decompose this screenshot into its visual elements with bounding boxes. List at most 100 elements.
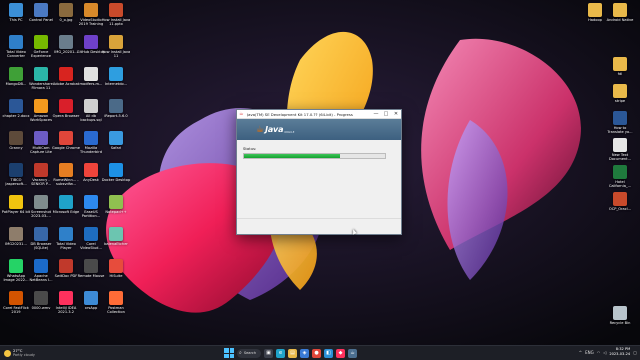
desktop-app-icon [84, 99, 98, 113]
desktop-icon[interactable]: How to Translate yo... [607, 111, 633, 134]
close-button[interactable]: ✕ [391, 110, 401, 119]
weather-widget[interactable]: 27°C Partly cloudy [4, 349, 64, 357]
edge-icon[interactable]: e [276, 348, 285, 358]
java-cup-icon: ☕ [239, 111, 244, 117]
desktop-icon[interactable]: Corel VideoStud... [78, 227, 104, 250]
desktop-app-icon [84, 131, 98, 145]
installer-footer [237, 218, 401, 234]
minimize-button[interactable]: — [371, 110, 381, 119]
desktop-icon-label: balenaEtcher [104, 242, 128, 246]
desktop-icon-label: Postman Collection [107, 306, 125, 314]
desktop-app-icon [9, 67, 23, 81]
installer-title: Java(TM) SE Development Kit 17.0.?? (64-… [247, 111, 353, 117]
desktop-icon[interactable]: Safari [103, 131, 129, 150]
desktop-icon[interactable]: Wondershare Filmora 11 [28, 67, 54, 90]
search-icon: ⌕ [239, 349, 242, 356]
desktop-app-icon [34, 67, 48, 81]
desktop-app-icon [9, 227, 23, 241]
desktop-icon[interactable]: GeForce Experience [28, 35, 54, 58]
maximize-button[interactable]: □ [381, 110, 391, 119]
desktop-app-icon [9, 131, 23, 145]
desktop-icon[interactable]: Screenshot 2023-03-... [28, 195, 54, 218]
search-label: Search [243, 351, 257, 355]
desktop-icon[interactable]: OCP_Oracl... [607, 192, 633, 211]
desktop-app-icon [613, 111, 627, 125]
store-icon[interactable]: ◈ [300, 348, 309, 358]
desktop-app-icon [109, 259, 123, 273]
file-explorer-icon[interactable]: ▤ [288, 348, 297, 358]
tray-chevron-icon[interactable]: ^ [579, 350, 582, 355]
desktop-icon[interactable]: balenaEtcher [103, 227, 129, 246]
notification-icon[interactable]: ▢ [633, 350, 637, 355]
desktop-icon[interactable]: RumeWinn... - subsvdfw... [53, 163, 79, 186]
desktop-app-icon [84, 195, 98, 209]
desktop-app-icon [34, 259, 48, 273]
desktop-app-icon [59, 3, 73, 17]
wifi-icon[interactable]: ◠ [597, 350, 601, 355]
installer-title-bar[interactable]: ☕ Java(TM) SE Development Kit 17.0.?? (6… [237, 110, 401, 119]
java-installer-icon[interactable]: ☕ [348, 348, 357, 358]
desktop-app-icon [84, 67, 98, 81]
desktop-icon-label: Hotel California_... [608, 180, 632, 188]
desktop-icon[interactable]: How Install Java 11 [102, 35, 130, 58]
java-installer-window[interactable]: ☕ Java(TM) SE Development Kit 17.0.?? (6… [236, 109, 402, 235]
chrome-icon[interactable]: ● [312, 348, 321, 358]
desktop-app-icon [109, 163, 123, 177]
desktop-icon[interactable]: iReport-5.6.0 [103, 99, 129, 118]
desktop-app-icon [109, 67, 123, 81]
vscode-icon[interactable]: ◧ [324, 348, 333, 358]
desktop-app-icon [613, 57, 627, 71]
desktop-app-icon [9, 35, 23, 49]
desktop-app-icon [59, 291, 73, 305]
desktop-icon[interactable]: Android Native [607, 3, 633, 22]
install-progress-fill [244, 154, 340, 158]
desktop-icon[interactable]: All db backups.sql [78, 99, 104, 122]
desktop-icon[interactable]: MultiCam Capture Lite [28, 131, 54, 154]
desktop-icon-label: fdl [617, 72, 623, 76]
desktop-app-icon [109, 35, 123, 49]
desktop-icon[interactable]: fdl [607, 57, 633, 76]
desktop-app-icon [613, 192, 627, 206]
desktop-icon[interactable]: Internetdo... [103, 67, 129, 86]
desktop-icon[interactable]: Corel FastFlick 2019 [3, 291, 29, 314]
desktop-icon-label: Internetdo... [104, 82, 128, 86]
desktop-app-icon [9, 259, 23, 273]
desktop-app-icon [59, 227, 73, 241]
desktop-icon[interactable]: Amazon WorkSpaces [28, 99, 54, 122]
desktop-icon[interactable]: Postman Collection [103, 291, 129, 314]
intellij-icon[interactable]: ◆ [336, 348, 345, 358]
desktop-icon[interactable]: New Text Document... [607, 138, 633, 161]
desktop-icon[interactable]: Hotel California_... [607, 165, 633, 188]
desktop-icon-label: HiSuite [109, 274, 123, 278]
desktop-icon[interactable]: HiSuite [103, 259, 129, 278]
desktop-app-icon [59, 259, 73, 273]
desktop-icon[interactable]: EaseUS Partition... [78, 195, 104, 218]
desktop-app-icon [84, 259, 98, 273]
desktop-icon[interactable]: Recycle Bin [607, 306, 633, 325]
desktop-app-icon [613, 306, 627, 320]
desktop-icon[interactable]: Apache NetBeans I... [28, 259, 54, 282]
desktop-app-icon [34, 163, 48, 177]
java-logo-sub: ORACLE [284, 131, 295, 134]
java-logo-word: Java [265, 125, 284, 134]
desktop-icon[interactable]: Docker Desktop [102, 163, 130, 182]
desktop-app-icon [34, 35, 48, 49]
desktop-icon[interactable]: stripe [607, 84, 633, 103]
clock[interactable]: 8:32 PM 2023-03-24 [609, 347, 630, 357]
desktop-icon[interactable]: Notepad++ [103, 195, 129, 214]
taskbar-search[interactable]: ⌕ Search [237, 348, 261, 358]
desktop-app-icon [109, 99, 123, 113]
desktop-icon[interactable]: Mozilla Thunderbird [78, 131, 104, 154]
tray-lang[interactable]: ENG [585, 350, 594, 355]
installer-banner: ☕ Java ORACLE [237, 119, 401, 140]
task-view-icon[interactable]: ▣ [264, 348, 273, 358]
desktop-app-icon [34, 3, 48, 17]
desktop-icon[interactable]: IntelliJ IDEA 2021.3.2 [53, 291, 79, 314]
start-button[interactable] [224, 348, 234, 358]
desktop-icon[interactable]: How Install Java 11.pptx [102, 3, 130, 26]
desktop-app-icon [9, 163, 23, 177]
desktop-icon-label: Android Native [606, 18, 634, 22]
desktop-app-icon [84, 163, 98, 177]
taskbar: 27°C Partly cloudy ⌕ Search ▣ e ▤ ◈ ● ◧ ◆ ☕ ^ E… [0, 345, 640, 360]
volume-icon[interactable]: ◁ [603, 350, 606, 355]
